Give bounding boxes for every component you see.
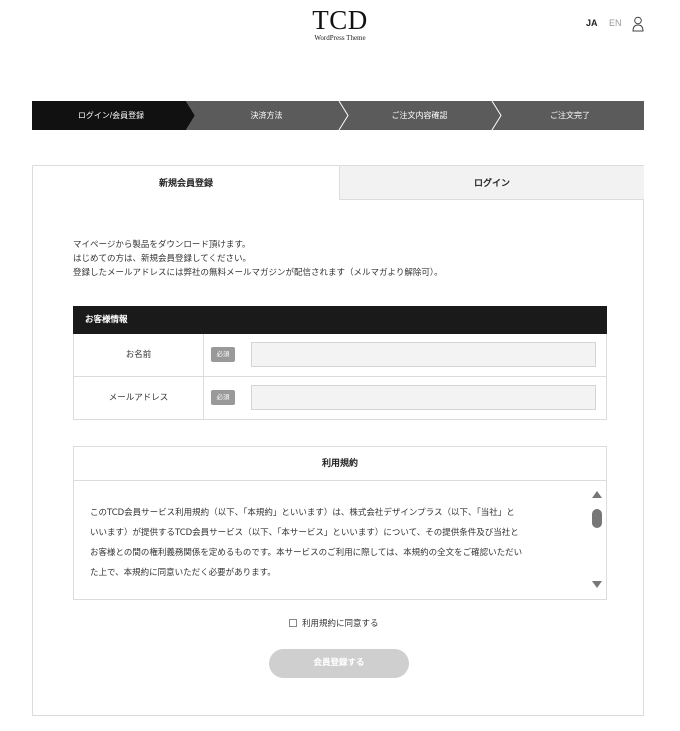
intro-line-3: 登録したメールアドレスには弊社の無料メールマガジンが配信されます（メルマガより解… [73, 268, 443, 278]
email-input[interactable] [251, 385, 596, 410]
scroll-up-arrow-icon[interactable] [592, 491, 602, 498]
tab-register[interactable]: 新規会員登録 [33, 166, 339, 200]
agree-terms-text: 利用規約に同意する [302, 619, 379, 629]
required-badge: 必須 [211, 390, 235, 405]
intro-line-1: マイページから製品をダウンロード頂けます。 [73, 240, 251, 250]
checkout-steps: ログイン/会員登録 決済方法 ご注文内容確認 ご注文完了 [32, 101, 644, 130]
site-header: TCD WordPress Theme JA EN [0, 0, 680, 60]
intro-line-2: はじめての方は、新規会員登録してください。 [73, 254, 251, 264]
register-panel: 新規会員登録 ログイン マイページから製品をダウンロード頂けます。 はじめての方… [32, 165, 644, 716]
step-login-register: ログイン/会員登録 [77, 111, 145, 120]
terms-line-4: た上で、本規約に同意いただく必要があります。 [90, 568, 276, 578]
step-order-complete: ご注文完了 [550, 111, 590, 120]
register-submit-button[interactable]: 会員登録する [269, 649, 409, 678]
site-logo[interactable]: TCD WordPress Theme [298, 6, 382, 43]
scroll-down-arrow-icon[interactable] [592, 581, 602, 588]
step-payment-method: 決済方法 [250, 111, 283, 120]
email-label: メールアドレス [74, 377, 204, 419]
terms-text: このTCD会員サービス利用規約（以下、「本規約」といいます）は、株式会社デザイン… [90, 503, 566, 583]
email-row: メールアドレス 必須 [73, 377, 607, 420]
user-icon[interactable] [632, 16, 644, 32]
name-label: お名前 [74, 334, 204, 376]
agree-terms-checkbox[interactable] [289, 619, 297, 627]
terms-line-3: お客様との間の権利義務関係を定めるものです。本サービスのご利用に際しては、本規約… [90, 548, 523, 558]
lang-en-link[interactable]: EN [609, 18, 622, 28]
required-badge: 必須 [211, 347, 235, 362]
lang-ja-link[interactable]: JA [586, 18, 598, 28]
tab-login[interactable]: ログイン [339, 166, 644, 200]
step-order-confirm: ご注文内容確認 [391, 111, 448, 120]
logo-subtitle: WordPress Theme [314, 34, 366, 42]
name-row: お名前 必須 [73, 334, 607, 377]
terms-box[interactable]: 利用規約 このTCD会員サービス利用規約（以下、「本規約」といいます）は、株式会… [73, 446, 607, 600]
logo-text: TCD [312, 5, 368, 35]
agree-terms-checkbox-label[interactable]: 利用規約に同意する [289, 616, 379, 630]
intro-text: マイページから製品をダウンロード頂けます。 はじめての方は、新規会員登録してくだ… [73, 238, 613, 280]
terms-line-1: このTCD会員サービス利用規約（以下、「本規約」といいます）は、株式会社デザイン… [90, 508, 515, 518]
terms-line-2: いいます）が提供するTCD会員サービス（以下、「本サービス」といいます）について… [90, 528, 519, 538]
name-input[interactable] [251, 342, 596, 367]
terms-title: 利用規約 [74, 447, 606, 481]
customer-info-table: お客様情報 お名前 必須 メールアドレス 必須 [73, 306, 607, 420]
scrollbar-thumb[interactable] [592, 509, 602, 528]
customer-info-title: お客様情報 [73, 306, 607, 334]
